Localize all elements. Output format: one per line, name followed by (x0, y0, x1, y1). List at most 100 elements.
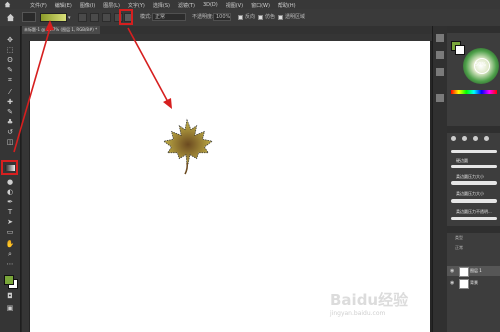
layer-thumbnail (459, 279, 469, 289)
brush-stroke-preview (451, 181, 497, 185)
mode-select[interactable]: 正常 (152, 13, 186, 21)
home-icon[interactable] (6, 13, 15, 22)
layer-row[interactable]: ◉ 背景 (447, 278, 500, 289)
maple-leaf-shape (162, 118, 214, 175)
menu-help[interactable]: 帮助(H) (278, 2, 296, 9)
home-icon[interactable] (4, 1, 11, 8)
crop-tool-icon[interactable]: ⌗ (5, 76, 15, 84)
color-percent: 50% (475, 62, 487, 68)
brush-dot-icon[interactable] (462, 136, 467, 141)
menu-window[interactable]: 窗口(W) (251, 2, 270, 9)
watermark-sub: jingyan.baidu.com (330, 310, 386, 317)
properties-panel-icon[interactable] (436, 51, 444, 59)
menu-select[interactable]: 选择(S) (153, 2, 170, 9)
clone-stamp-tool-icon[interactable]: ♣ (5, 118, 15, 126)
layer-name: 图层 1 (470, 268, 482, 273)
color-hue-bar[interactable] (451, 90, 497, 94)
transparency-label: 透明区域 (285, 14, 306, 20)
layer-row-selected[interactable]: ◉ 图层 1 (447, 266, 500, 277)
tool-preset-picker[interactable] (22, 12, 36, 22)
brush-dot-icon[interactable] (473, 136, 478, 141)
quick-mask-icon[interactable]: ◘ (5, 292, 15, 300)
reverse-checkbox[interactable] (238, 15, 243, 20)
brush-item-label[interactable]: 柔边圆压力大小 (456, 174, 484, 180)
watermark-text: Baidu经验 (330, 291, 409, 309)
zoom-tool-icon[interactable]: ⌕ (5, 250, 15, 258)
layers-panel: 类型 正常 ◉ 图层 1 ◉ 背景 (447, 226, 500, 332)
history-panel-icon[interactable] (436, 34, 444, 42)
angle-gradient-button[interactable] (102, 13, 111, 22)
ruler-vertical (22, 41, 29, 332)
brush-stroke-preview (451, 217, 497, 220)
lasso-tool-icon[interactable]: ʘ (5, 56, 15, 64)
type-tool-icon[interactable]: T (5, 208, 15, 216)
panel-header (447, 126, 500, 133)
dither-checkbox[interactable] (258, 15, 263, 20)
brush-tool-icon[interactable]: ✎ (5, 108, 15, 116)
mode-value: 正常 (155, 14, 166, 20)
brush-settings-icon[interactable] (436, 68, 444, 76)
layer-name: 背景 (470, 280, 478, 285)
blur-tool-icon[interactable]: ● (5, 178, 15, 186)
dither-label: 仿色 (265, 14, 276, 20)
marquee-tool-icon[interactable]: ⬚ (5, 46, 15, 54)
brush-stroke-preview (451, 165, 497, 168)
move-tool-icon[interactable]: ✥ (5, 36, 15, 44)
eyedropper-tool-icon[interactable]: ⁄ (5, 88, 15, 96)
brush-item-label[interactable]: 柔边圆压力不透明... (456, 209, 492, 215)
right-panels: 50% 硬边圆 柔边圆压力大小 柔边圆压力大小 柔边圆压力不透明... 类型 正… (447, 26, 500, 332)
brush-stroke-preview (451, 199, 497, 203)
pen-tool-icon[interactable]: ✒ (5, 198, 15, 206)
document-tab[interactable]: 未标题-1 @ 13.7% (图层 1, RGB/8#) * (22, 26, 100, 34)
brush-item-label[interactable]: 硬边圆 (456, 158, 468, 164)
edit-toolbar-icon[interactable]: ⋯ (5, 260, 15, 268)
adjustments-panel-icon[interactable] (436, 94, 444, 102)
menu-view[interactable]: 视图(V) (226, 2, 243, 9)
transparency-checkbox[interactable] (278, 15, 283, 20)
brush-dot-icon[interactable] (451, 136, 456, 141)
mode-label: 模式: (140, 14, 152, 20)
menu-3d[interactable]: 3D(D) (203, 2, 218, 9)
opacity-value: 100% (216, 14, 231, 20)
brush-stroke-preview (451, 150, 497, 153)
quick-select-tool-icon[interactable]: ✎ (5, 66, 15, 74)
opacity-label: 不透明度: (192, 14, 214, 20)
foreground-color-swatch[interactable] (4, 275, 14, 285)
healing-tool-icon[interactable]: ✚ (5, 98, 15, 106)
color-bg-swatch[interactable] (455, 45, 465, 55)
panel-header (447, 26, 500, 33)
history-brush-tool-icon[interactable]: ↺ (5, 128, 15, 136)
radial-gradient-button[interactable] (90, 13, 99, 22)
layers-kind-filter[interactable]: 类型 (455, 236, 463, 240)
eye-icon[interactable]: ◉ (450, 268, 454, 274)
panel-header (447, 226, 500, 233)
diamond-gradient-highlight (119, 9, 133, 25)
document-canvas[interactable]: Baidu经验 jingyan.baidu.com (30, 41, 430, 332)
path-select-tool-icon[interactable]: ➤ (5, 218, 15, 226)
layer-thumbnail (459, 267, 469, 277)
eraser-tool-icon[interactable]: ◫ (5, 138, 15, 146)
gradient-swatch[interactable] (40, 13, 67, 22)
layers-blend-mode[interactable]: 正常 (455, 246, 463, 250)
eye-icon[interactable]: ◉ (450, 280, 454, 286)
menu-filter[interactable]: 滤镜(T) (178, 2, 195, 9)
watermark: Baidu经验 jingyan.baidu.com (330, 289, 408, 317)
document-tab-title: 未标题-1 @ 13.7% (图层 1, RGB/8#) * (24, 27, 98, 32)
linear-gradient-button[interactable] (78, 13, 87, 22)
menu-file[interactable]: 文件(F) (30, 2, 47, 9)
menu-image[interactable]: 图像(I) (80, 2, 95, 9)
screen-mode-icon[interactable]: ▣ (5, 304, 15, 312)
gradient-tool-highlight (1, 160, 18, 175)
brush-dot-icon[interactable] (484, 136, 489, 141)
hand-tool-icon[interactable]: ✋ (5, 240, 15, 248)
menu-layer[interactable]: 图层(L) (103, 2, 120, 9)
menu-edit[interactable]: 编辑(E) (55, 2, 72, 9)
brush-item-label[interactable]: 柔边圆压力大小 (456, 191, 484, 197)
menu-type[interactable]: 文字(Y) (128, 2, 145, 9)
menu-items: 文件(F) 编辑(E) 图像(I) 图层(L) 文字(Y) 选择(S) 滤镜(T… (30, 2, 296, 9)
opacity-field[interactable]: 100% (213, 13, 231, 21)
dodge-tool-icon[interactable]: ◐ (5, 188, 15, 196)
shape-tool-icon[interactable]: ▭ (5, 228, 15, 236)
panel-icon-strip (432, 26, 447, 332)
gradient-dropdown-icon[interactable]: ▾ (68, 15, 71, 21)
